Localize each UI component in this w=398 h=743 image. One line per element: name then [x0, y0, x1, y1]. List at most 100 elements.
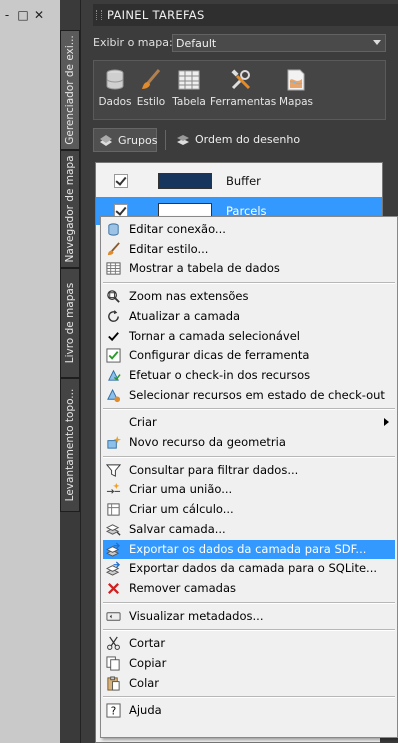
table-icon	[177, 68, 201, 92]
check-out-select-icon	[106, 388, 121, 403]
layer-name: Buffer	[226, 174, 261, 188]
tab-label: Levantamento topo...	[64, 388, 76, 502]
layer-context-menu: Editar conexão... Editar estilo... Mostrar…	[100, 216, 398, 738]
calculator-icon	[106, 502, 121, 517]
menu-item-colar[interactable]: Colar	[103, 674, 395, 693]
palette-title-bar[interactable]: PAINEL TAREFAS	[93, 4, 398, 26]
tab-label: Livro de mapas	[64, 282, 76, 364]
drawing-area-strip: - □ ✕	[0, 0, 60, 743]
data-button[interactable]: Dados	[98, 66, 132, 116]
minimize-icon[interactable]: -	[0, 8, 14, 22]
menu-item-configurar-dicas-de-ferramenta[interactable]: Configurar dicas de ferramenta	[103, 346, 395, 365]
menu-item-criar-uma-uniao[interactable]: Criar uma união...	[103, 480, 395, 499]
window-controls: - □ ✕	[0, 8, 52, 26]
paste-icon	[106, 676, 121, 691]
menu-item-exportar-dados-da-camada-para-o-sqlite[interactable]: Exportar dados da camada para o SQLite..…	[103, 559, 395, 578]
menu-item-criar-um-calculo[interactable]: Criar um cálculo...	[103, 500, 395, 519]
menu-item-label: Editar conexão...	[129, 222, 226, 236]
menu-item-label: Remover camadas	[129, 580, 237, 595]
menu-item-atualizar-a-camada[interactable]: Atualizar a camada	[103, 307, 395, 326]
map-dropdown[interactable]: Default	[172, 34, 386, 52]
menu-separator	[103, 629, 395, 632]
restore-icon[interactable]: □	[16, 8, 30, 22]
menu-item-consultar-para-filtrar-dados[interactable]: Consultar para filtrar dados...	[103, 461, 395, 480]
menu-item-criar[interactable]: Criar	[103, 413, 395, 432]
menu-item-editar-estilo[interactable]: Editar estilo...	[103, 240, 395, 259]
save-layer-icon	[105, 522, 121, 537]
tab-livro-mapas[interactable]: Livro de mapas	[60, 268, 80, 378]
menu-item-label: Consultar para filtrar dados...	[129, 462, 299, 477]
tooltip-check-icon	[106, 348, 121, 363]
menu-item-ajuda[interactable]: ? Ajuda	[103, 701, 395, 720]
menu-item-label: Selecionar recursos em estado de check-o…	[129, 387, 385, 402]
database-connection-icon	[106, 222, 121, 237]
draw-order-icon	[177, 135, 189, 145]
tab-label: Navegador de mapa	[64, 155, 76, 263]
menu-item-label: Colar	[129, 675, 160, 690]
database-icon	[103, 68, 127, 92]
join-icon	[106, 482, 121, 497]
menu-item-efetuar-o-check-in-dos-recursos[interactable]: Efetuar o check-in dos recursos	[103, 366, 395, 385]
menu-item-editar-conexao[interactable]: Editar conexão...	[103, 220, 395, 239]
brush-icon	[139, 68, 163, 92]
groups-button[interactable]: Grupos	[93, 128, 157, 152]
map-label: Exibir o mapa:	[93, 36, 173, 49]
toolbar-label: Tabela	[172, 96, 206, 108]
groups-row: Grupos Ordem do desenho	[93, 128, 386, 154]
layer-row-buffer[interactable]: Buffer	[96, 167, 382, 195]
style-button[interactable]: Estilo	[136, 66, 166, 116]
table-button[interactable]: Tabela	[172, 66, 206, 116]
tab-label: Gerenciador de exi...	[64, 35, 76, 145]
map-selector-row: Exibir o mapa: Default	[93, 34, 386, 52]
maps-button[interactable]: Mapas	[278, 66, 314, 116]
draw-order-label: Ordem do desenho	[195, 133, 301, 146]
groups-label: Grupos	[118, 134, 158, 147]
menu-item-visualizar-metadados[interactable]: Visualizar metadados...	[103, 607, 395, 626]
menu-item-label: Cortar	[129, 636, 166, 651]
menu-item-novo-recurso-da-geometria[interactable]: Novo recurso da geometria	[103, 433, 395, 452]
check-in-icon	[106, 368, 121, 383]
menu-item-label: Editar estilo...	[129, 241, 209, 256]
tools-button[interactable]: Ferramentas	[210, 66, 277, 116]
menu-item-label: Zoom nas extensões	[129, 289, 249, 304]
toolbar-label: Ferramentas	[210, 96, 277, 108]
close-icon[interactable]: ✕	[32, 8, 46, 22]
tab-navegador-mapa[interactable]: Navegador de mapa	[60, 150, 80, 268]
menu-item-mostrar-a-tabela-de-dados[interactable]: Mostrar a tabela de dados	[103, 259, 395, 278]
menu-item-cortar[interactable]: Cortar	[103, 634, 395, 653]
menu-item-tornar-a-camada-selecionavel[interactable]: Tornar a camada selecionável	[103, 327, 395, 346]
menu-item-label: Exportar dados da camada para o SQLite..…	[129, 561, 378, 576]
cut-icon	[106, 636, 121, 651]
menu-item-remover-camadas[interactable]: Remover camadas	[103, 579, 395, 598]
menu-item-label: Copiar	[129, 656, 167, 670]
tab-gerenciador-exibicao[interactable]: Gerenciador de exi...	[60, 30, 80, 150]
grip-icon[interactable]	[96, 10, 102, 20]
menu-item-label: Criar	[129, 415, 157, 430]
menu-item-label: Criar um cálculo...	[129, 502, 234, 517]
menu-item-label: Salvar camada...	[129, 521, 226, 536]
toolbar-label: Dados	[98, 96, 132, 108]
tab-levantamento-topografico[interactable]: Levantamento topo...	[60, 378, 80, 512]
menu-item-zoom-nas-extensoes[interactable]: Zoom nas extensões	[103, 287, 395, 306]
menu-item-label: Ajuda	[129, 703, 162, 718]
palette-title: PAINEL TAREFAS	[107, 8, 205, 22]
menu-item-salvar-camada[interactable]: Salvar camada...	[103, 520, 395, 539]
menu-item-selecionar-recursos-em-estado-de-check-out[interactable]: Selecionar recursos em estado de check-o…	[103, 386, 395, 405]
filter-icon	[105, 463, 122, 478]
brush-icon	[106, 242, 121, 257]
toolbar-label: Estilo	[136, 96, 166, 108]
layer-visibility-checkbox[interactable]	[114, 174, 128, 188]
export-sqlite-icon	[105, 561, 121, 576]
toolbar-label: Mapas	[278, 96, 314, 108]
copy-icon	[106, 656, 121, 671]
zoom-extents-icon	[106, 289, 121, 304]
menu-item-label: Atualizar a camada	[129, 308, 241, 323]
map-dropdown-value: Default	[176, 37, 217, 50]
menu-item-exportar-os-dados-da-camada-para-sdf[interactable]: Exportar os dados da camada para SDF...	[103, 539, 395, 559]
menu-item-copiar[interactable]: Copiar	[103, 654, 395, 673]
layer-color-swatch	[158, 173, 212, 189]
menu-item-label: Efetuar o check-in dos recursos	[129, 367, 311, 382]
menu-separator	[103, 455, 395, 458]
metadata-icon	[106, 609, 121, 624]
menu-separator	[103, 408, 395, 411]
